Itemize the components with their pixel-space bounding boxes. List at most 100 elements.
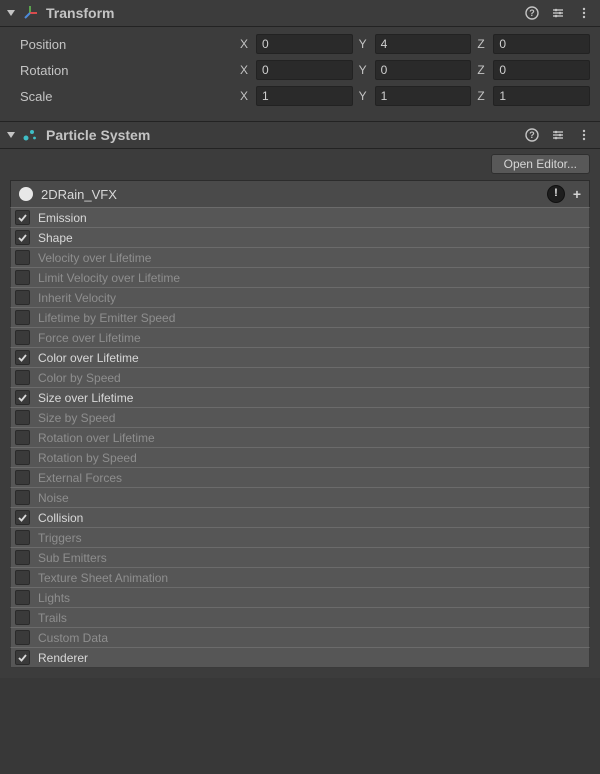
module-checkbox[interactable] [15, 250, 30, 265]
module-row[interactable]: External Forces [10, 467, 590, 488]
rotation-row: Rotation X0 Y0 Z0 [20, 59, 590, 81]
module-row[interactable]: Trails [10, 607, 590, 628]
module-label[interactable]: Velocity over Lifetime [38, 251, 151, 265]
module-label[interactable]: Collision [38, 511, 83, 525]
module-row[interactable]: Size by Speed [10, 407, 590, 428]
module-checkbox[interactable] [15, 350, 30, 365]
module-checkbox[interactable] [15, 410, 30, 425]
module-label[interactable]: Size over Lifetime [38, 391, 133, 405]
help-icon[interactable]: ? [524, 127, 540, 143]
preset-icon[interactable] [550, 5, 566, 21]
module-row[interactable]: Velocity over Lifetime [10, 247, 590, 268]
module-checkbox[interactable] [15, 570, 30, 585]
module-checkbox[interactable] [15, 610, 30, 625]
module-checkbox[interactable] [15, 430, 30, 445]
rotation-x-input[interactable]: 0 [256, 60, 353, 80]
position-x-input[interactable]: 0 [256, 34, 353, 54]
module-row[interactable]: Triggers [10, 527, 590, 548]
scale-x-input[interactable]: 1 [256, 86, 353, 106]
module-row[interactable]: Emission [10, 207, 590, 228]
module-row[interactable]: Rotation over Lifetime [10, 427, 590, 448]
module-row[interactable]: Sub Emitters [10, 547, 590, 568]
kebab-menu-icon[interactable] [576, 127, 592, 143]
info-tip-icon[interactable]: ! [547, 185, 565, 203]
module-label[interactable]: Emission [38, 211, 87, 225]
module-row[interactable]: Color by Speed [10, 367, 590, 388]
transform-header[interactable]: Transform ? [0, 0, 600, 27]
module-row[interactable]: Force over Lifetime [10, 327, 590, 348]
foldout-icon[interactable] [6, 130, 16, 140]
module-checkbox[interactable] [15, 550, 30, 565]
rotation-z-input[interactable]: 0 [493, 60, 590, 80]
module-checkbox[interactable] [15, 630, 30, 645]
module-checkbox[interactable] [15, 390, 30, 405]
y-label: Y [359, 37, 371, 51]
module-checkbox[interactable] [15, 470, 30, 485]
module-row[interactable]: Lifetime by Emitter Speed [10, 307, 590, 328]
rotation-label: Rotation [20, 63, 240, 78]
scale-y-input[interactable]: 1 [375, 86, 472, 106]
module-label[interactable]: Size by Speed [38, 411, 115, 425]
module-checkbox[interactable] [15, 490, 30, 505]
module-row[interactable]: Custom Data [10, 627, 590, 648]
particle-system-header[interactable]: Particle System ? [0, 121, 600, 149]
scale-z-input[interactable]: 1 [493, 86, 590, 106]
preset-icon[interactable] [550, 127, 566, 143]
module-label[interactable]: Renderer [38, 651, 88, 665]
module-label[interactable]: Force over Lifetime [38, 331, 141, 345]
module-checkbox[interactable] [15, 290, 30, 305]
position-z-input[interactable]: 0 [493, 34, 590, 54]
module-label[interactable]: Rotation by Speed [38, 451, 137, 465]
module-checkbox[interactable] [15, 310, 30, 325]
module-row[interactable]: Shape [10, 227, 590, 248]
module-label[interactable]: Noise [38, 491, 69, 505]
module-checkbox[interactable] [15, 330, 30, 345]
module-checkbox[interactable] [15, 590, 30, 605]
foldout-icon[interactable] [6, 8, 16, 18]
module-label[interactable]: Triggers [38, 531, 82, 545]
svg-text:?: ? [529, 130, 535, 140]
module-row[interactable]: Color over Lifetime [10, 347, 590, 368]
module-label[interactable]: Custom Data [38, 631, 108, 645]
module-label[interactable]: External Forces [38, 471, 122, 485]
module-label[interactable]: Rotation over Lifetime [38, 431, 155, 445]
module-row[interactable]: Renderer [10, 647, 590, 668]
module-checkbox[interactable] [15, 650, 30, 665]
module-label[interactable]: Trails [38, 611, 67, 625]
rotation-y-input[interactable]: 0 [375, 60, 472, 80]
module-row[interactable]: Lights [10, 587, 590, 608]
module-label[interactable]: Inherit Velocity [38, 291, 116, 305]
module-row[interactable]: Noise [10, 487, 590, 508]
transform-title: Transform [44, 5, 518, 21]
module-checkbox[interactable] [15, 210, 30, 225]
module-row[interactable]: Texture Sheet Animation [10, 567, 590, 588]
module-label[interactable]: Sub Emitters [38, 551, 107, 565]
module-label[interactable]: Texture Sheet Animation [38, 571, 168, 585]
module-checkbox[interactable] [15, 530, 30, 545]
module-label[interactable]: Lights [38, 591, 70, 605]
module-checkbox[interactable] [15, 370, 30, 385]
y-label: Y [359, 89, 371, 103]
module-row[interactable]: Inherit Velocity [10, 287, 590, 308]
module-row[interactable]: Limit Velocity over Lifetime [10, 267, 590, 288]
module-label[interactable]: Color by Speed [38, 371, 121, 385]
module-label[interactable]: Lifetime by Emitter Speed [38, 311, 175, 325]
module-row[interactable]: Size over Lifetime [10, 387, 590, 408]
module-label[interactable]: Shape [38, 231, 73, 245]
position-label: Position [20, 37, 240, 52]
module-checkbox[interactable] [15, 270, 30, 285]
module-checkbox[interactable] [15, 230, 30, 245]
kebab-menu-icon[interactable] [576, 5, 592, 21]
module-checkbox[interactable] [15, 510, 30, 525]
inspector-panel: Transform ? Position X0 Y4 Z0 Rotation [0, 0, 600, 678]
particle-system-main-module[interactable]: 2DRain_VFX ! + [10, 180, 590, 207]
module-row[interactable]: Collision [10, 507, 590, 528]
open-editor-button[interactable]: Open Editor... [491, 154, 590, 174]
help-icon[interactable]: ? [524, 5, 540, 21]
add-module-icon[interactable]: + [571, 186, 583, 202]
module-label[interactable]: Limit Velocity over Lifetime [38, 271, 180, 285]
module-checkbox[interactable] [15, 450, 30, 465]
module-row[interactable]: Rotation by Speed [10, 447, 590, 468]
position-y-input[interactable]: 4 [375, 34, 472, 54]
module-label[interactable]: Color over Lifetime [38, 351, 139, 365]
